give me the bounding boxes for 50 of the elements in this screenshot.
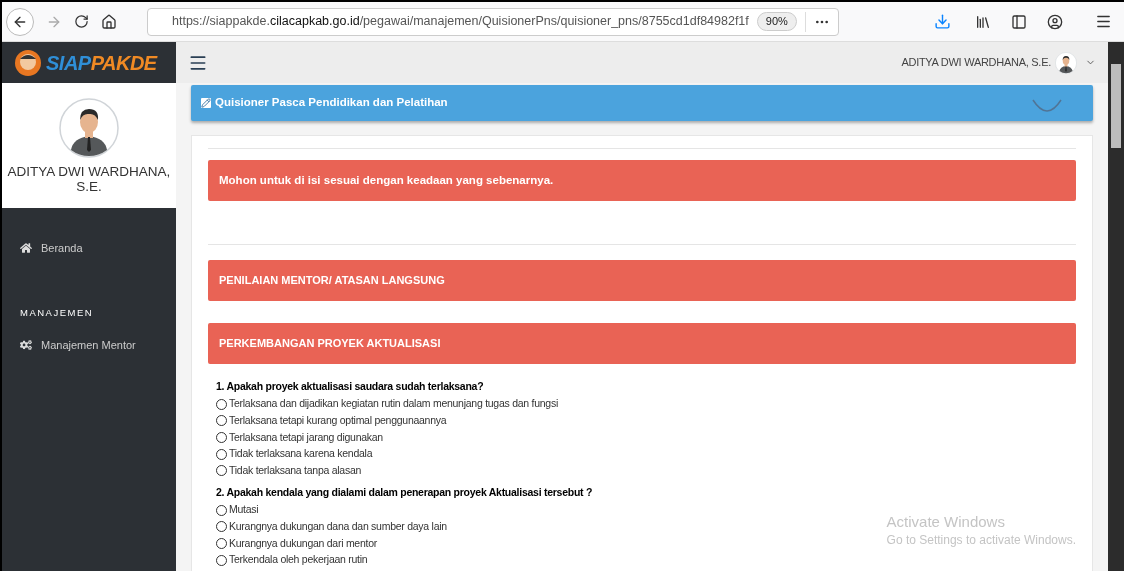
radio-icon[interactable] (216, 521, 227, 533)
activation-title: Activate Windows (886, 513, 1006, 531)
section-header: PENILAIAN MENTOR/ ATASAN LANGSUNG (208, 260, 1076, 301)
menu-icon[interactable] (1095, 13, 1112, 30)
radio-icon[interactable] (216, 398, 227, 410)
logo-text: SIAPPAKDE (46, 50, 157, 76)
address-bar[interactable]: https://siappakde.cilacapkab.go.id/pegawai/manajemen/QuisionerPns/quisioner_pns/8755cd1df84982f1f 90% (147, 7, 839, 36)
radio-option[interactable]: Kurangnya dukungan dana dan sumber daya lain (216, 518, 447, 536)
radio-option[interactable]: Tidak terlaksana tanpa alasan (216, 462, 362, 479)
library-icon[interactable] (975, 13, 991, 30)
radio-option[interactable]: Kurangnya dukungan dari mentor (216, 535, 377, 552)
radio-icon[interactable] (216, 537, 227, 549)
reload-icon[interactable] (74, 14, 89, 29)
radio-icon[interactable] (216, 448, 227, 460)
sidebar-item[interactable]: Manajemen Mentor (2, 335, 176, 356)
radio-icon[interactable] (216, 554, 227, 566)
activation-subtitle: Go to Settings to activate Windows. (886, 532, 1076, 549)
account-icon[interactable] (1047, 13, 1063, 30)
question-text: 1. Apakah proyek aktualisasi saudara sudah terlaksana? (216, 379, 485, 394)
gears-icon (20, 339, 32, 352)
radio-icon[interactable] (216, 465, 227, 477)
section-header: PERKEMBANGAN PROYEK AKTUALISASI (208, 323, 1076, 364)
radio-icon[interactable] (216, 504, 227, 516)
url-text: https://siappakde.cilacapkab.go.id/pegawai/manajemen/QuisionerPns/quisioner_pns/8755cd1df84982f1f (172, 13, 749, 31)
radio-option[interactable]: Tidak terlaksana karena kendala (216, 445, 373, 463)
sidebar-item[interactable]: Beranda (2, 238, 176, 258)
edit-icon (201, 98, 211, 108)
radio-option[interactable]: Terlaksana dan dijadikan kegiatan rutin dalam menunjang tugas dan fungsi (216, 396, 558, 413)
question-text: 2. Apakah kendala yang dialami dalam penerapan proyek Aktualisasi tersebut ? (216, 484, 594, 500)
profile-name: ADITYA DWI WARDHANA, S.E. (6, 164, 172, 194)
mascot-icon (14, 48, 42, 77)
radio-option[interactable]: Terkendala oleh pekerjaan rutin (216, 551, 368, 569)
sidebar-icon[interactable] (1011, 13, 1027, 30)
zoom-badge[interactable]: 90% (756, 12, 797, 31)
radio-option[interactable]: Mutasi (216, 501, 259, 519)
page-title: Quisioner Pasca Pendidikan dan Pelatihan (215, 95, 448, 111)
user-avatar-icon (1055, 51, 1077, 74)
avatar-icon (59, 98, 119, 158)
scrollbar[interactable] (1108, 42, 1124, 571)
download-icon[interactable] (934, 13, 951, 30)
notice-banner: Mohon untuk di isi sesuai dengan keadaan yang sebenarnya. (208, 160, 1076, 201)
home-icon (20, 242, 32, 254)
home-icon[interactable] (101, 13, 117, 30)
back-button[interactable] (6, 7, 34, 36)
sidebar-heading: MANAJEMEN (19, 306, 95, 320)
radio-option[interactable]: Terlaksana tetapi kurang optimal penggunaannya (216, 412, 447, 430)
radio-option[interactable]: Terlaksana tetapi jarang digunakan (216, 429, 383, 446)
radio-icon[interactable] (216, 415, 227, 427)
radio-icon[interactable] (216, 432, 227, 443)
user-name[interactable]: ADITYA DWI WARDHANA, S.E. (901, 54, 1051, 71)
